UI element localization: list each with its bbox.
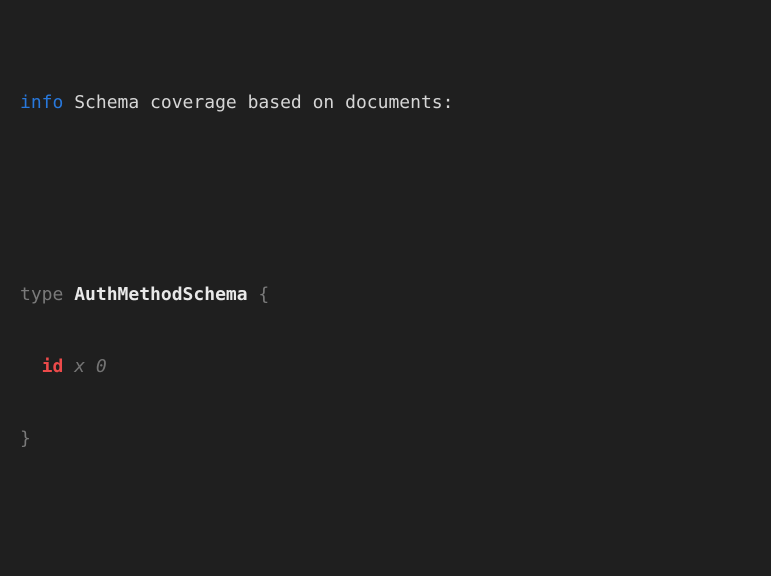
field-line: id x 0: [20, 355, 757, 379]
terminal-output[interactable]: infoSchema coverage based on documents: …: [0, 0, 771, 576]
info-line: info Schema coverage based on documents:: [20, 91, 757, 115]
field-count: x 0: [74, 355, 107, 379]
open-brace: {: [258, 283, 269, 307]
type-name: AuthMethodSchema: [74, 283, 247, 307]
close-brace: }: [20, 427, 31, 451]
field-name: id: [42, 355, 64, 379]
blank-line: [20, 523, 757, 547]
type-keyword: type: [20, 283, 63, 307]
type-close-line: }: [20, 427, 757, 451]
info-message: Schema coverage based on documents:: [74, 91, 453, 115]
info-label: info: [20, 91, 63, 115]
blank-line: [20, 187, 757, 211]
type-open-line: type AuthMethodSchema {: [20, 283, 757, 307]
